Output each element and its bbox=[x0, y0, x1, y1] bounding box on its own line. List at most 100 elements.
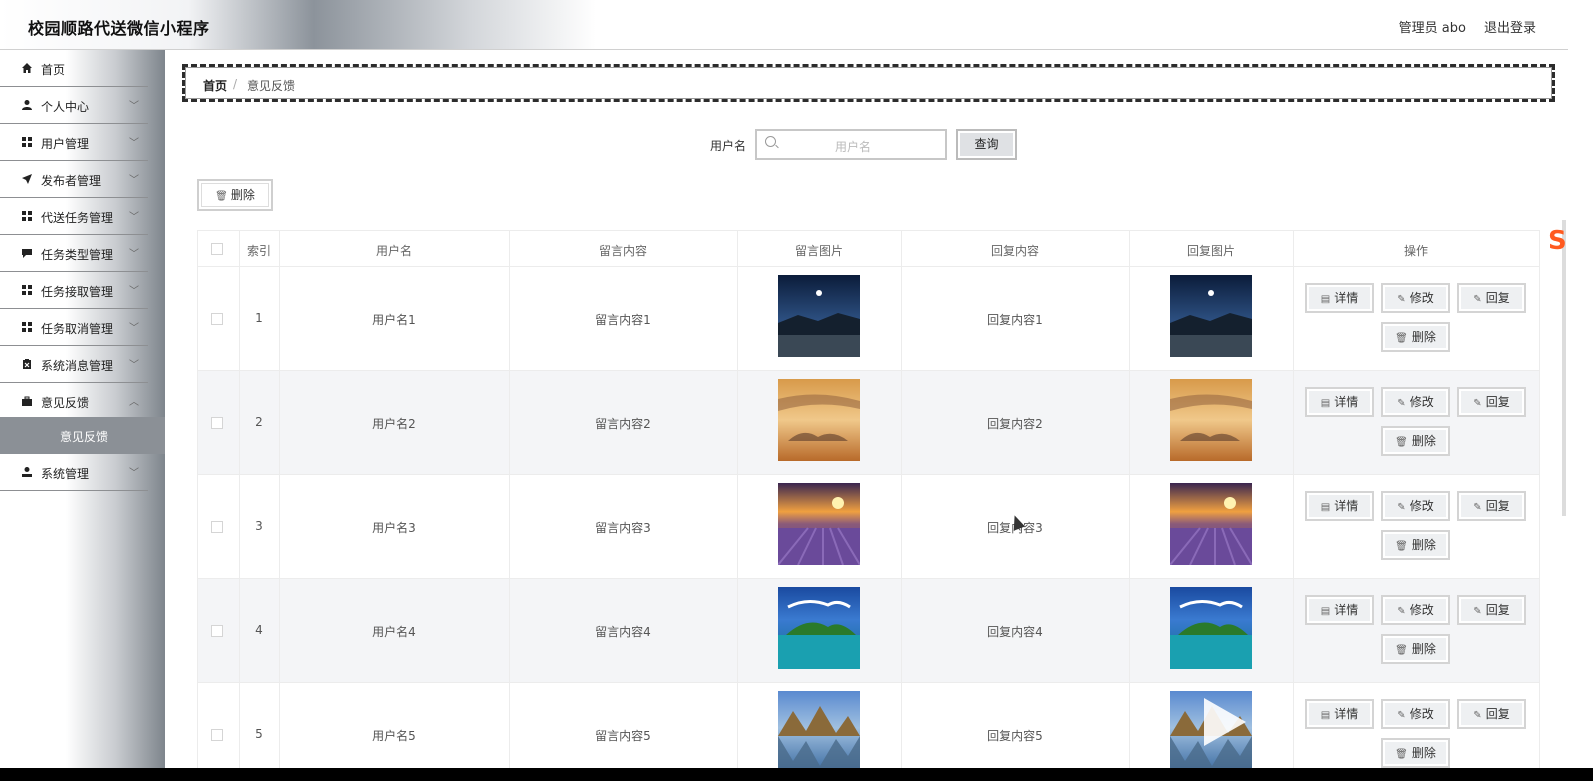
chevron-down-icon: ﹀ bbox=[129, 468, 139, 479]
user-icon bbox=[20, 99, 33, 112]
grid-icon bbox=[20, 321, 33, 334]
edit-label: 修改 bbox=[1409, 603, 1434, 617]
column-divider bbox=[239, 230, 240, 768]
message-image[interactable] bbox=[778, 275, 860, 357]
reply-image[interactable] bbox=[1170, 483, 1252, 565]
logout-link[interactable]: 退出登录 bbox=[1484, 17, 1536, 36]
sidebar-item-feedback[interactable]: 意见反馈 ︿ bbox=[0, 383, 148, 420]
row-content: 留言内容4 bbox=[595, 625, 651, 639]
edit-icon: ✎ bbox=[1397, 710, 1406, 721]
delete-button[interactable]: 🗑 删除 bbox=[1381, 426, 1450, 456]
detail-button[interactable]: ▤ 详情 bbox=[1305, 595, 1374, 625]
breadcrumb-separator: / bbox=[233, 77, 238, 91]
reply-button[interactable]: ✎ 回复 bbox=[1457, 595, 1526, 625]
reply-label: 回复 bbox=[1485, 499, 1510, 513]
edit-icon: ✎ bbox=[1473, 606, 1482, 617]
row-username: 用户名4 bbox=[372, 625, 416, 639]
play-icon[interactable] bbox=[1190, 690, 1254, 754]
sidebar-item-users[interactable]: 用户管理 ﹀ bbox=[0, 124, 148, 161]
edit-button[interactable]: ✎ 修改 bbox=[1381, 595, 1450, 625]
submenu-item-label: 意见反馈 bbox=[60, 430, 109, 444]
sidebar-item-system-messages[interactable]: 系统消息管理 ﹀ bbox=[0, 346, 148, 383]
detail-button[interactable]: ▤ 详情 bbox=[1305, 387, 1374, 417]
sidebar-item-task-cancel[interactable]: 任务取消管理 ﹀ bbox=[0, 309, 148, 346]
app-title: 校园顺路代送微信小程序 bbox=[28, 19, 210, 38]
row-index: 1 bbox=[255, 311, 263, 325]
sidebar-item-system[interactable]: 系统管理 ﹀ bbox=[0, 454, 148, 491]
column-divider bbox=[1129, 230, 1130, 768]
edit-button[interactable]: ✎ 修改 bbox=[1381, 699, 1450, 729]
edit-button[interactable]: ✎ 修改 bbox=[1381, 387, 1450, 417]
detail-label: 详情 bbox=[1334, 499, 1359, 513]
sidebar-item-label: 代送任务管理 bbox=[41, 211, 114, 225]
row-checkbox[interactable] bbox=[211, 417, 223, 429]
message-image[interactable] bbox=[778, 483, 860, 565]
sidebar-item-task-accept[interactable]: 任务接取管理 ﹀ bbox=[0, 272, 148, 309]
reply-button[interactable]: ✎ 回复 bbox=[1457, 283, 1526, 313]
bottom-bar bbox=[0, 768, 1593, 781]
search-input[interactable]: 用户名 bbox=[755, 129, 947, 160]
detail-button[interactable]: ▤ 详情 bbox=[1305, 699, 1374, 729]
edit-button[interactable]: ✎ 修改 bbox=[1381, 283, 1450, 313]
detail-label: 详情 bbox=[1334, 707, 1359, 721]
trash-icon: 🗑 bbox=[215, 191, 228, 202]
batch-delete-button[interactable]: 🗑 删除 bbox=[197, 179, 273, 211]
reply-image[interactable] bbox=[1170, 275, 1252, 357]
column-divider bbox=[197, 230, 198, 768]
edit-icon: ✎ bbox=[1473, 398, 1482, 409]
message-image[interactable] bbox=[778, 691, 860, 768]
reply-label: 回复 bbox=[1485, 603, 1510, 617]
detail-label: 详情 bbox=[1334, 603, 1359, 617]
delete-button[interactable]: 🗑 删除 bbox=[1381, 634, 1450, 664]
sidebar-item-publishers[interactable]: 发布者管理 ﹀ bbox=[0, 161, 148, 198]
grid-icon bbox=[20, 210, 33, 223]
reply-image[interactable] bbox=[1170, 379, 1252, 461]
row-checkbox[interactable] bbox=[211, 729, 223, 741]
reply-button[interactable]: ✎ 回复 bbox=[1457, 387, 1526, 417]
table-row: 2 用户名2 留言内容2 回复内容2 ▤ 详情 ✎ 修改 ✎ 回复 🗑 删除 bbox=[197, 371, 1539, 475]
trash-icon: 🗑 bbox=[1395, 541, 1408, 552]
edit-button[interactable]: ✎ 修改 bbox=[1381, 491, 1450, 521]
sidebar-item-home[interactable]: 首页 bbox=[0, 50, 148, 87]
delete-label: 删除 bbox=[1411, 434, 1436, 448]
reply-image[interactable] bbox=[1170, 587, 1252, 669]
sidebar-item-label: 系统管理 bbox=[41, 467, 90, 481]
message-image[interactable] bbox=[778, 379, 860, 461]
scrollbar[interactable] bbox=[1562, 220, 1566, 516]
sidebar-item-profile[interactable]: 个人中心 ﹀ bbox=[0, 87, 148, 124]
chevron-down-icon: ﹀ bbox=[129, 101, 139, 112]
sidebar-item-delivery-tasks[interactable]: 代送任务管理 ﹀ bbox=[0, 198, 148, 235]
delete-button[interactable]: 🗑 删除 bbox=[1381, 530, 1450, 560]
edit-icon: ✎ bbox=[1397, 294, 1406, 305]
sidebar-item-label: 任务接取管理 bbox=[41, 285, 114, 299]
row-checkbox[interactable] bbox=[211, 625, 223, 637]
row-checkbox[interactable] bbox=[211, 521, 223, 533]
query-button[interactable]: 查询 bbox=[956, 129, 1017, 160]
delete-button[interactable]: 🗑 删除 bbox=[1381, 738, 1450, 768]
reply-button[interactable]: ✎ 回复 bbox=[1457, 491, 1526, 521]
message-image[interactable] bbox=[778, 587, 860, 669]
row-checkbox[interactable] bbox=[211, 313, 223, 325]
select-all-checkbox[interactable] bbox=[211, 243, 223, 255]
clipboard-icon bbox=[20, 358, 33, 371]
detail-button[interactable]: ▤ 详情 bbox=[1305, 283, 1374, 313]
detail-label: 详情 bbox=[1334, 395, 1359, 409]
person-icon bbox=[20, 466, 33, 479]
reply-button[interactable]: ✎ 回复 bbox=[1457, 699, 1526, 729]
row-content: 留言内容3 bbox=[595, 521, 651, 535]
briefcase-icon bbox=[20, 395, 33, 408]
row-index: 3 bbox=[255, 519, 263, 533]
detail-button[interactable]: ▤ 详情 bbox=[1305, 491, 1374, 521]
chevron-up-icon: ︿ bbox=[129, 397, 139, 408]
top-header: 校园顺路代送微信小程序 管理员 abo 退出登录 bbox=[0, 0, 1568, 50]
document-icon: ▤ bbox=[1320, 502, 1331, 513]
edit-label: 修改 bbox=[1409, 499, 1434, 513]
row-content: 留言内容5 bbox=[595, 729, 651, 743]
submenu-item-feedback[interactable]: 意见反馈 bbox=[0, 417, 165, 454]
delete-button[interactable]: 🗑 删除 bbox=[1381, 322, 1450, 352]
document-icon: ▤ bbox=[1320, 710, 1331, 721]
table-row: 5 用户名5 留言内容5 回复内容5 ▤ 详情 ✎ 修改 ✎ 回复 🗑 删除 bbox=[197, 683, 1539, 768]
breadcrumb-home[interactable]: 首页 bbox=[203, 77, 227, 94]
sidebar-item-label: 个人中心 bbox=[41, 100, 90, 114]
sidebar-item-task-types[interactable]: 任务类型管理 ﹀ bbox=[0, 235, 148, 272]
